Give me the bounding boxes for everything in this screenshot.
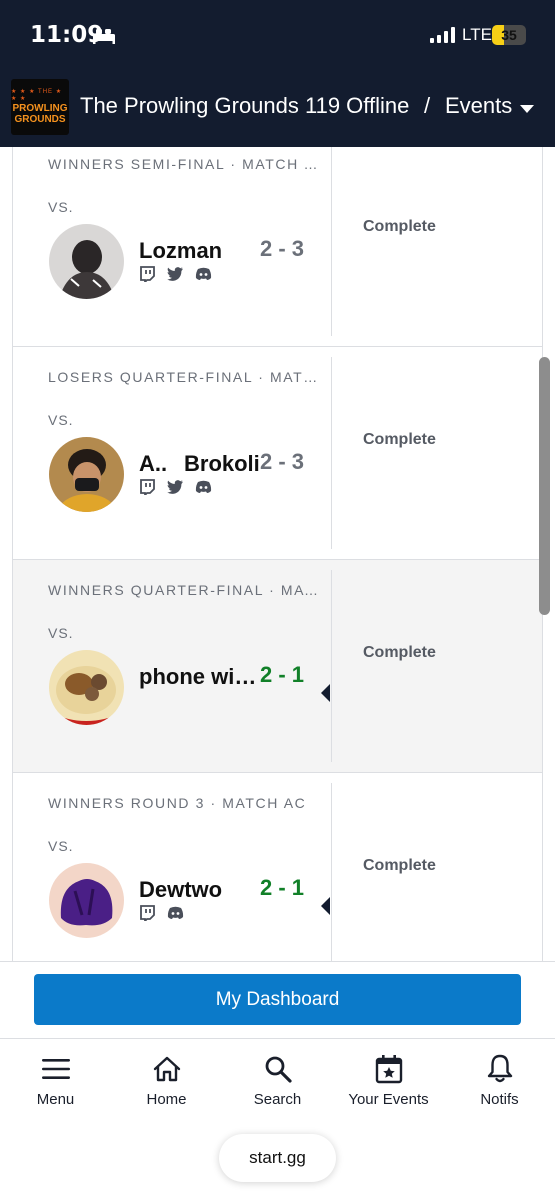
nav-label: Your Events [348,1091,429,1108]
battery-indicator: 35 [492,25,526,45]
match-card[interactable]: WINNERS ROUND 3 · MATCH AC VS. Dewtwo 2 … [12,773,543,961]
card-divider [331,783,332,961]
match-status: Complete [363,857,436,874]
player-name[interactable]: Brokoli [184,451,264,477]
match-card[interactable]: LOSERS QUARTER-FINAL · MATCH AD VS. A.. … [12,347,543,560]
match-score: 2 - 3 [260,449,305,474]
home-icon [111,1050,222,1088]
twitter-icon[interactable] [167,267,183,286]
twitter-icon[interactable] [167,480,183,499]
nav-label: Home [146,1091,187,1108]
twitch-icon[interactable] [139,479,155,500]
battery-percent: 35 [501,27,517,43]
scrollbar[interactable] [539,357,550,615]
match-round: LOSERS QUARTER-FINAL · MATCH AD [48,369,323,385]
nav-label: Notifs [480,1091,519,1108]
social-links [139,266,212,287]
signal-icon [430,27,456,48]
tournament-title[interactable]: The Prowling Grounds 119 Offline [80,93,410,119]
player-name[interactable]: Lozman [139,238,259,264]
match-score: 2 - 1 [260,662,305,687]
twitch-icon[interactable] [139,905,155,926]
winner-marker [321,684,330,702]
match-status: Complete [363,644,436,661]
nav-your-events[interactable]: Your Events [333,1050,444,1108]
bed-icon [92,27,116,50]
avatar[interactable] [49,650,124,725]
twitch-icon[interactable] [139,266,155,287]
match-status: Complete [363,431,436,448]
chevron-down-icon[interactable] [520,101,534,119]
player-prefix[interactable]: A.. [139,451,167,477]
match-status: Complete [363,218,436,235]
status-bar: 11:09 LTE 35 [0,0,555,70]
card-divider [331,570,332,762]
match-round: WINNERS QUARTER-FINAL · MATCH AB [48,582,323,598]
nav-search[interactable]: Search [222,1050,333,1108]
discord-icon[interactable] [195,267,212,286]
network-type: LTE [462,25,492,44]
discord-icon[interactable] [167,906,184,925]
nav-label: Menu [36,1091,75,1108]
match-card[interactable]: WINNERS SEMI-FINAL · MATCH AE VS. Lozman… [12,147,543,347]
vs-label: VS. [48,199,74,215]
vs-label: VS. [48,838,74,854]
match-card[interactable]: WINNERS QUARTER-FINAL · MATCH AB VS. pho… [12,560,543,773]
winner-marker [321,897,330,915]
tournament-logo[interactable]: ★ ★ ★ THE ★ ★ ★ PROWLING GROUNDS [11,79,69,135]
match-list[interactable]: WINNERS SEMI-FINAL · MATCH AE VS. Lozman… [0,147,555,961]
match-score: 2 - 3 [260,236,305,261]
card-divider [331,357,332,549]
avatar[interactable] [49,437,124,512]
search-icon [222,1050,333,1088]
bell-icon [444,1050,555,1088]
player-name[interactable]: Dewtwo [139,877,259,903]
app-screen: 11:09 LTE 35 ★ ★ ★ THE ★ ★ ★ PROWLING GR… [0,0,555,1200]
card-divider [331,147,332,336]
nav-menu[interactable]: Menu [0,1050,111,1108]
logo-word-2: GROUNDS [14,114,66,125]
social-links [139,905,184,926]
nav-notifs[interactable]: Notifs [444,1050,555,1108]
browser-url-bar[interactable]: start.gg [219,1134,336,1182]
avatar[interactable] [49,224,124,299]
nav-label: Search [253,1091,302,1108]
logo-word-1: PROWLING [12,103,68,114]
vs-label: VS. [48,625,74,641]
menu-icon [0,1050,111,1088]
events-dropdown[interactable]: Events [445,93,512,119]
match-round: WINNERS SEMI-FINAL · MATCH AE [48,156,323,172]
social-links [139,479,212,500]
my-dashboard-button[interactable]: My Dashboard [34,974,521,1025]
match-score: 2 - 1 [260,875,305,900]
discord-icon[interactable] [195,480,212,499]
breadcrumb-separator: / [424,93,431,118]
match-round: WINNERS ROUND 3 · MATCH AC [48,795,307,811]
avatar[interactable] [49,863,124,938]
nav-home[interactable]: Home [111,1050,222,1108]
player-name[interactable]: phone wizard [139,664,259,690]
logo-stars: ★ ★ ★ THE ★ ★ ★ [11,89,63,102]
calendar-star-icon [333,1050,444,1088]
vs-label: VS. [48,412,74,428]
